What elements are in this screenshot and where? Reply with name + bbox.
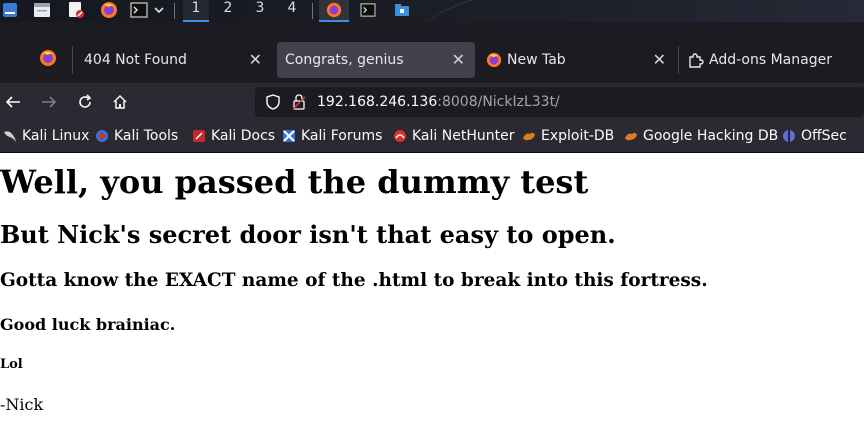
bookmark-label: Kali NetHunter bbox=[412, 128, 515, 144]
bookmark-label: Kali Linux bbox=[22, 128, 90, 144]
bookmark-google-hacking-db[interactable]: Google Hacking DB bbox=[624, 125, 778, 147]
bookmark-kali-tools[interactable]: Kali Tools bbox=[95, 125, 178, 147]
bookmark-label: Kali Tools bbox=[114, 128, 179, 144]
close-icon[interactable]: ✕ bbox=[249, 50, 262, 69]
kali-menu-icon[interactable] bbox=[0, 1, 20, 19]
forward-arrow-icon bbox=[42, 96, 57, 108]
bookmark-label: Google Hacking DB bbox=[643, 128, 779, 144]
bookmark-label: Kali Forums bbox=[301, 128, 383, 144]
tab-separator bbox=[678, 46, 679, 74]
page-content: Well, you passed the dummy test But Nick… bbox=[0, 153, 864, 427]
reload-button[interactable] bbox=[73, 91, 97, 113]
bookmark-kali-forums[interactable]: Kali Forums bbox=[282, 125, 382, 147]
kali-nethunter-icon bbox=[394, 130, 406, 142]
bookmark-label: OffSec bbox=[801, 128, 847, 144]
signature-text: -Nick bbox=[0, 395, 44, 414]
tab-label: 404 Not Found bbox=[84, 52, 187, 68]
url-path: :8008/NickIzL33t/ bbox=[437, 94, 560, 110]
firefox-icon[interactable] bbox=[99, 1, 119, 19]
tab-new-tab[interactable]: New Tab ✕ bbox=[478, 42, 676, 78]
heading-4: Good luck brainiac. bbox=[0, 315, 176, 334]
bookmark-label: Exploit-DB bbox=[541, 128, 615, 144]
tab-add-ons-manager[interactable]: Add-ons Manager bbox=[680, 42, 864, 78]
titlebar bbox=[0, 22, 864, 37]
firefox-window-icon[interactable] bbox=[324, 1, 344, 19]
chevron-down-icon[interactable] bbox=[152, 1, 166, 19]
lock-warning-icon[interactable] bbox=[287, 91, 311, 113]
tab-congrats-genius[interactable]: Congrats, genius ✕ bbox=[277, 42, 475, 78]
bookmark-kali-nethunter[interactable]: Kali NetHunter bbox=[393, 125, 514, 147]
heading-5: Lol bbox=[0, 357, 23, 372]
firefox-icon bbox=[486, 52, 502, 68]
terminal-icon[interactable] bbox=[129, 1, 149, 19]
workspace-3-button[interactable]: 3 bbox=[247, 0, 273, 22]
shield-icon[interactable] bbox=[261, 91, 285, 113]
heading-3: Gotta know the EXACT name of the .html t… bbox=[0, 270, 708, 291]
kali-forums-icon bbox=[283, 130, 295, 142]
taskbar-separator bbox=[174, 3, 175, 19]
tab-separator bbox=[72, 46, 73, 74]
terminal-window-icon[interactable] bbox=[358, 1, 378, 19]
home-button[interactable] bbox=[108, 91, 132, 113]
puzzle-icon bbox=[688, 52, 704, 68]
bookmark-label: Kali Docs bbox=[211, 128, 276, 144]
kali-tools-icon bbox=[96, 130, 108, 142]
tab-label: Add-ons Manager bbox=[709, 52, 832, 68]
exploit-db-icon bbox=[523, 132, 535, 141]
reload-icon bbox=[79, 94, 92, 108]
wallpaper-swoosh bbox=[416, 0, 864, 22]
tab-firefox-view[interactable] bbox=[30, 42, 68, 78]
taskbar: 1 2 3 4 bbox=[0, 0, 864, 22]
bookmark-kali-linux[interactable]: Kali Linux bbox=[3, 125, 89, 147]
workspace-4-button[interactable]: 4 bbox=[279, 0, 305, 22]
taskbar-separator bbox=[312, 3, 313, 19]
bookmark-exploit-db[interactable]: Exploit-DB bbox=[522, 125, 614, 147]
google-hacking-db-icon bbox=[625, 132, 637, 141]
workspace-1-button[interactable]: 1 bbox=[183, 0, 209, 22]
folder-window-icon[interactable] bbox=[392, 1, 412, 19]
tab-label: Congrats, genius bbox=[285, 52, 404, 68]
heading-1: Well, you passed the dummy test bbox=[0, 163, 589, 201]
text-editor-icon[interactable] bbox=[66, 1, 86, 19]
workspace-2-button[interactable]: 2 bbox=[215, 0, 241, 22]
tab-404-not-found[interactable]: 404 Not Found ✕ bbox=[74, 42, 272, 78]
kali-docs-icon bbox=[193, 130, 205, 142]
kali-dragon-icon bbox=[4, 131, 16, 142]
tab-label: New Tab bbox=[507, 52, 566, 68]
url-host: 192.168.246.136 bbox=[317, 94, 438, 110]
bookmark-kali-docs[interactable]: Kali Docs bbox=[192, 125, 275, 147]
bookmark-offsec[interactable]: OffSec bbox=[782, 125, 847, 147]
back-button[interactable] bbox=[1, 91, 25, 113]
firefox-icon bbox=[39, 49, 57, 71]
offsec-icon bbox=[783, 130, 795, 142]
back-arrow-icon bbox=[5, 96, 20, 108]
close-icon[interactable]: ✕ bbox=[452, 50, 465, 69]
url-text[interactable]: 192.168.246.136:8008/NickIzL33t/ bbox=[317, 91, 560, 113]
heading-2: But Nick's secret door isn't that easy t… bbox=[0, 220, 616, 249]
forward-button[interactable] bbox=[37, 91, 61, 113]
home-icon bbox=[113, 94, 127, 109]
file-manager-icon[interactable] bbox=[32, 1, 52, 19]
close-icon[interactable]: ✕ bbox=[653, 50, 666, 69]
